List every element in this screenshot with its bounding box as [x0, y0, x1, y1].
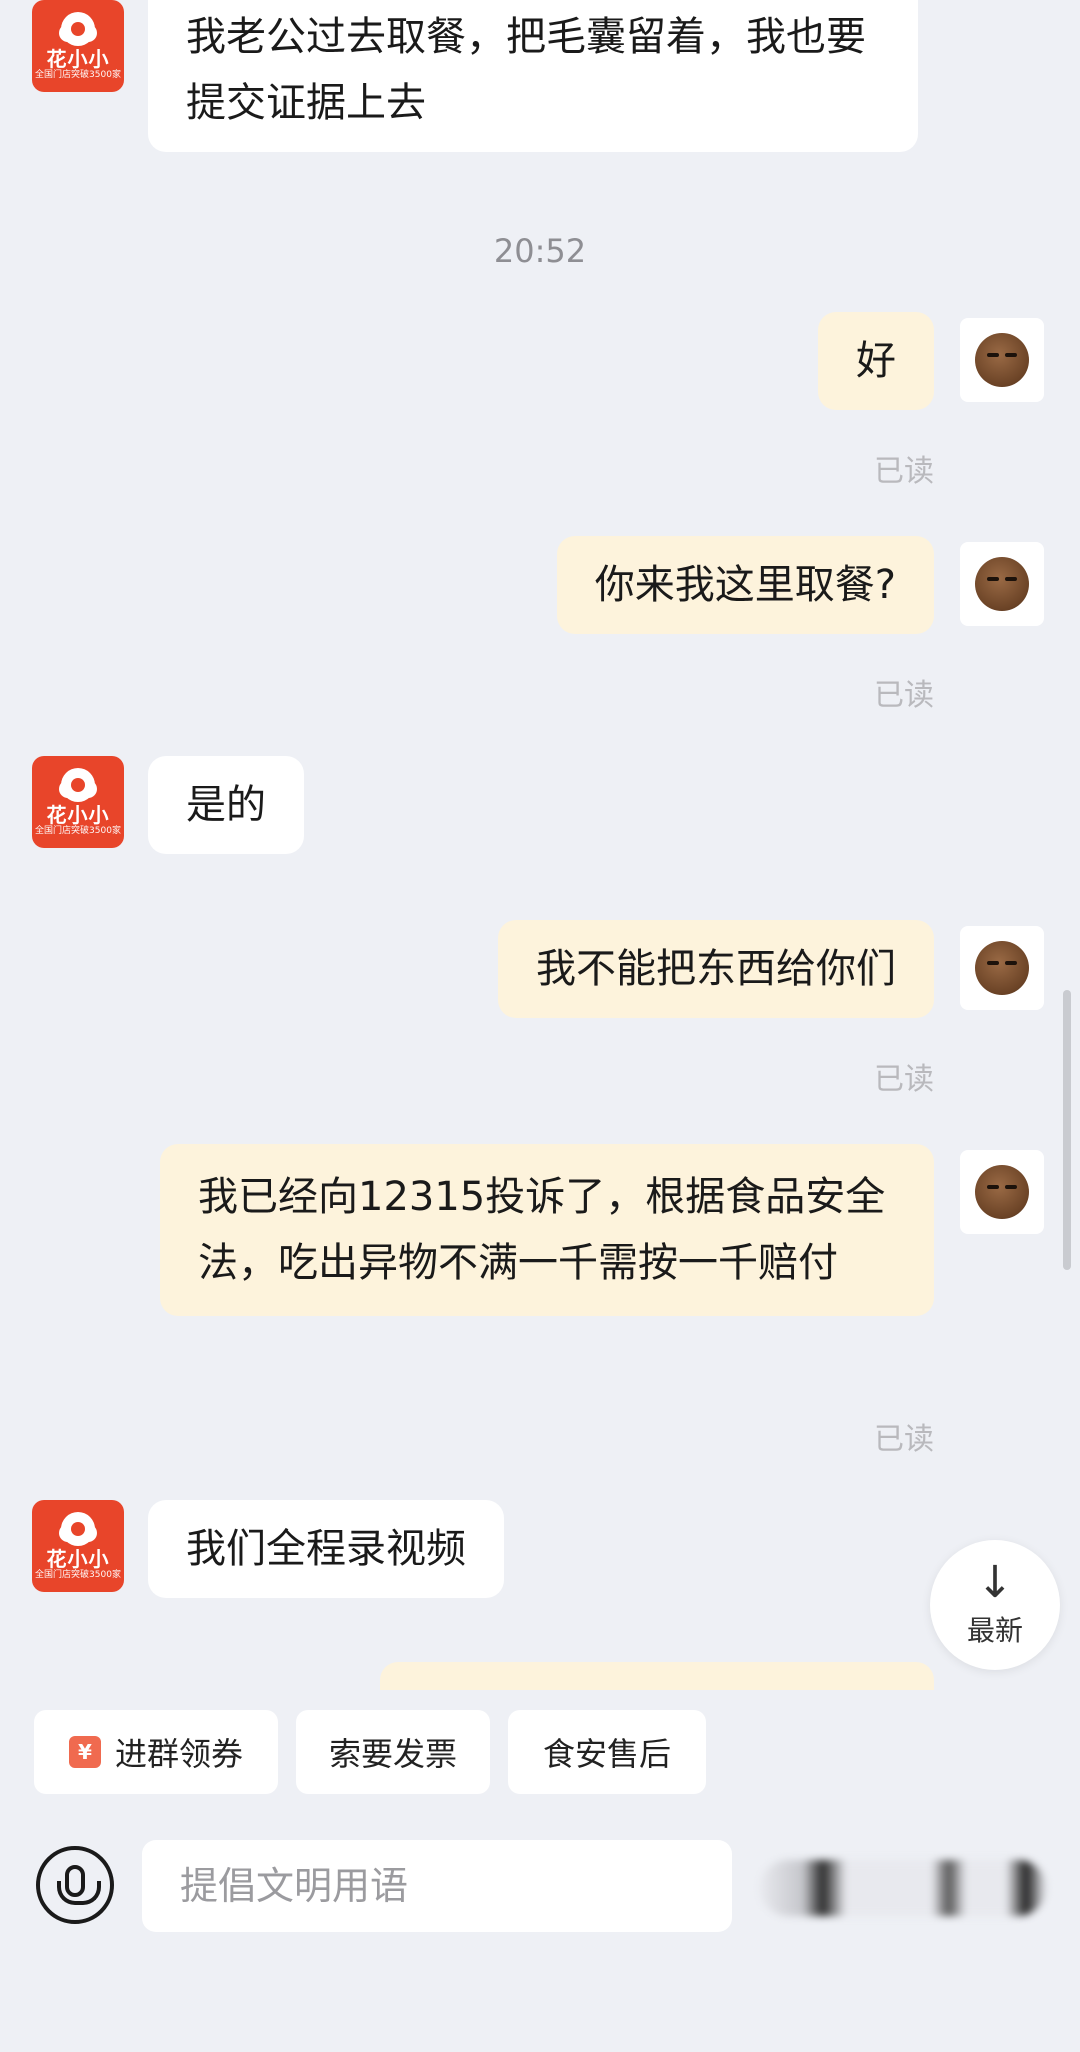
face-avatar-icon [975, 333, 1029, 387]
read-receipt: 已读 [874, 1422, 934, 1457]
face-avatar-icon [975, 1165, 1029, 1219]
chat-area[interactable]: 花小小 全国门店突破3500家 我老公过去取餐，把毛囊留着，我也要提交证据上去 … [0, 0, 1080, 1690]
time-divider: 20:52 [493, 232, 587, 270]
message-bubble[interactable]: 你来我这里取餐? [556, 536, 934, 634]
read-receipt: 已读 [874, 1062, 934, 1097]
arrow-down-icon: ↓ [976, 1557, 1014, 1608]
message-bubble[interactable]: 我们全程录视频 [148, 1500, 504, 1598]
scrollbar[interactable] [1063, 990, 1071, 1270]
food-safety-aftersales-button[interactable]: 食安售后 [508, 1710, 706, 1794]
read-receipt: 已读 [874, 678, 934, 713]
request-invoice-button[interactable]: 索要发票 [296, 1710, 490, 1794]
user-avatar[interactable] [960, 926, 1044, 1010]
quick-actions: ¥ 进群领券 索要发票 食安售后 [0, 1710, 1080, 1794]
input-bar [0, 1830, 1080, 1940]
read-receipt: 已读 [874, 454, 934, 489]
merchant-avatar[interactable]: 花小小 全国门店突破3500家 [32, 0, 124, 92]
message-input[interactable] [142, 1840, 732, 1932]
flower-logo-icon [61, 1511, 95, 1546]
face-avatar-icon [975, 557, 1029, 611]
jump-to-latest-button[interactable]: ↓ 最新 [930, 1540, 1060, 1670]
message-bubble-partial[interactable] [380, 1662, 934, 1690]
user-avatar[interactable] [960, 542, 1044, 626]
user-avatar[interactable] [960, 1150, 1044, 1234]
merchant-avatar[interactable]: 花小小 全国门店突破3500家 [32, 756, 124, 848]
message-bubble[interactable]: 我不能把东西给你们 [498, 920, 934, 1018]
user-avatar[interactable] [960, 318, 1044, 402]
merchant-avatar[interactable]: 花小小 全国门店突破3500家 [32, 1500, 124, 1592]
flower-logo-icon [61, 11, 95, 46]
message-bubble[interactable]: 好 [818, 312, 934, 410]
microphone-icon[interactable] [36, 1846, 114, 1924]
message-bubble[interactable]: 是的 [148, 756, 304, 854]
yen-icon: ¥ [68, 1736, 101, 1768]
face-avatar-icon [975, 941, 1029, 995]
message-bubble[interactable]: 我老公过去取餐，把毛囊留着，我也要提交证据上去 [148, 0, 918, 152]
message-bubble[interactable]: 我已经向12315投诉了，根据食品安全法，吃出异物不满一千需按一千赔付 [160, 1144, 934, 1316]
blurred-action-icons[interactable] [760, 1860, 1046, 1916]
flower-logo-icon [61, 767, 95, 802]
join-group-coupon-button[interactable]: ¥ 进群领券 [34, 1710, 278, 1794]
